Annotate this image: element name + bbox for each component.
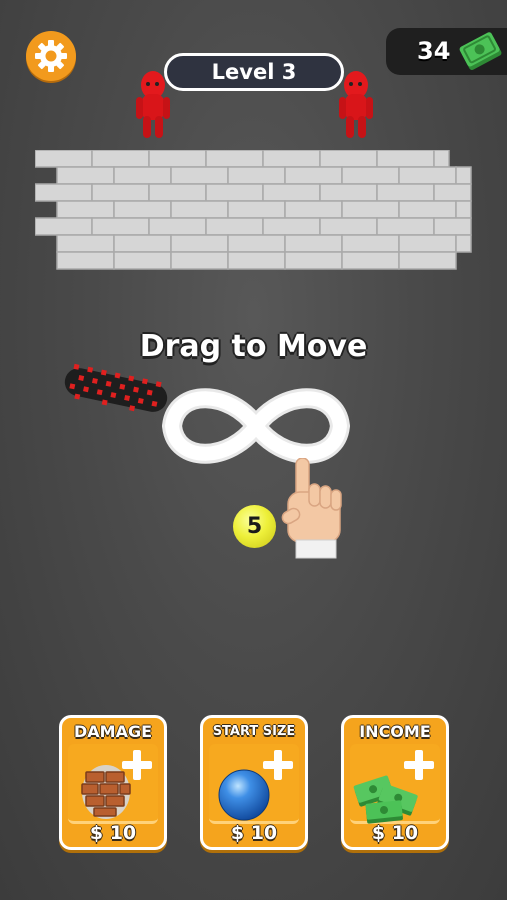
plus-icon bbox=[122, 750, 152, 780]
upgrade-title: START SIZE bbox=[212, 724, 296, 739]
upgrade-damage-card[interactable]: DAMAGE $ 10 bbox=[59, 715, 167, 850]
enemy-right bbox=[339, 71, 373, 138]
level-indicator: Level 3 bbox=[164, 53, 344, 91]
upgrade-title: DAMAGE bbox=[73, 722, 153, 741]
upgrade-income-card[interactable]: INCOME $ 10 bbox=[341, 715, 449, 850]
level-label: Level 3 bbox=[211, 60, 297, 84]
upgrade-price: $ 10 bbox=[89, 822, 137, 844]
gear-icon bbox=[35, 40, 67, 72]
plus-icon bbox=[263, 750, 293, 780]
upgrade-start-size-card[interactable]: START SIZE $ 10 bbox=[200, 715, 308, 850]
upgrade-price: $ 10 bbox=[230, 822, 278, 844]
brick-wall bbox=[35, 150, 472, 270]
pointing-hand-icon bbox=[281, 458, 342, 559]
enemy-left bbox=[136, 71, 170, 138]
ball-value: 5 bbox=[246, 514, 263, 539]
plus-icon bbox=[404, 750, 434, 780]
upgrade-price: $ 10 bbox=[371, 822, 419, 844]
cash-icon bbox=[459, 32, 502, 70]
ball-counter: 5 bbox=[233, 505, 276, 548]
settings-button[interactable] bbox=[26, 31, 76, 81]
upgrade-title: INCOME bbox=[359, 722, 431, 741]
